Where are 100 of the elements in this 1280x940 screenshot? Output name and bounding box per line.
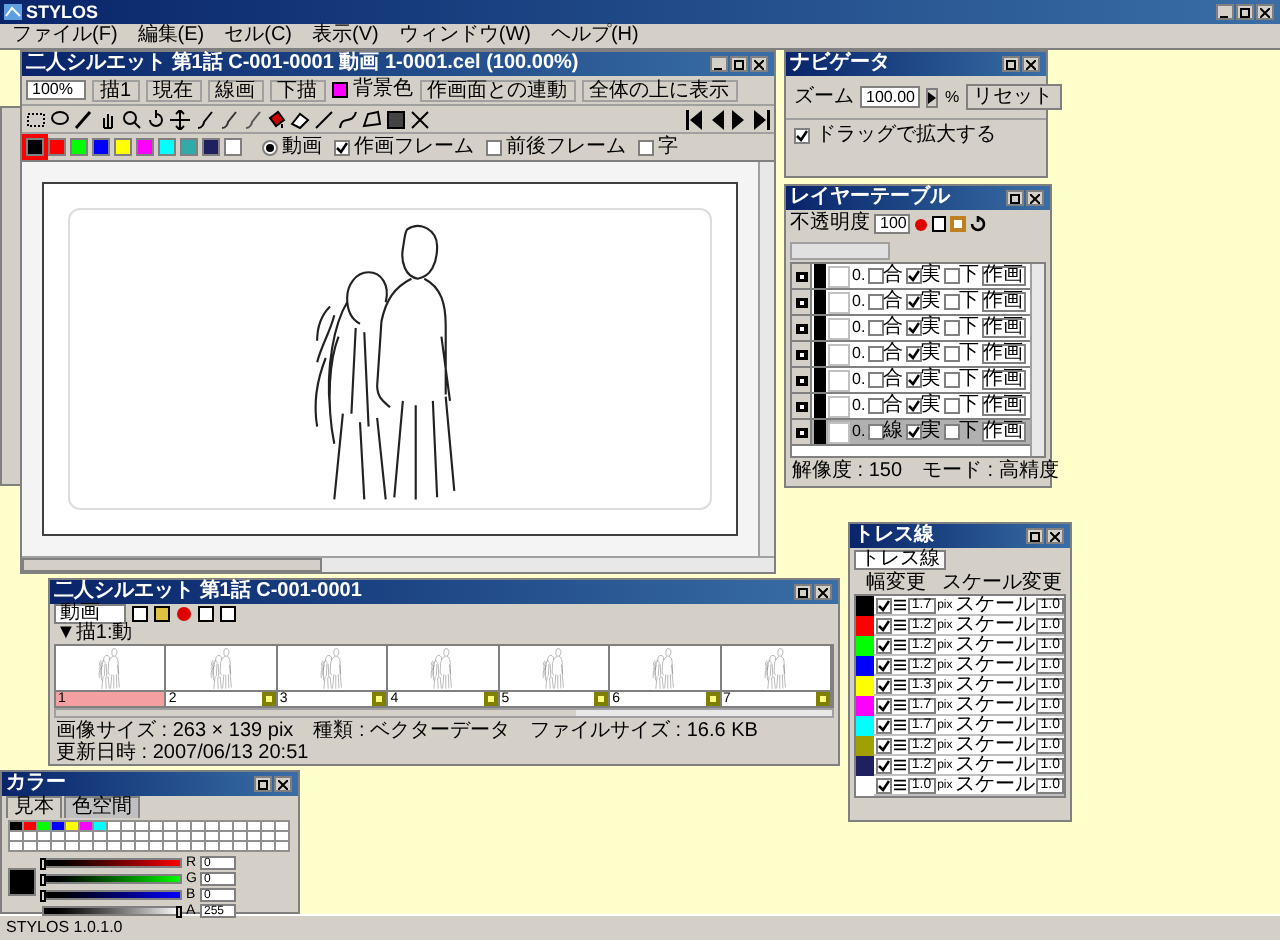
visibility-toggle[interactable]	[792, 264, 812, 288]
checkbox[interactable]	[905, 320, 922, 336]
checkbox[interactable]	[867, 424, 884, 440]
maximize-button[interactable]	[1026, 528, 1044, 544]
checkbox[interactable]	[943, 320, 960, 336]
checkbox[interactable]	[943, 346, 960, 362]
record-dot-icon[interactable]	[176, 606, 192, 622]
checkbox[interactable]	[875, 597, 892, 613]
zoom-field[interactable]: 100.00	[860, 86, 921, 108]
close-button[interactable]	[274, 776, 292, 792]
line-icon[interactable]	[314, 109, 334, 129]
checkbox[interactable]	[867, 268, 884, 284]
layer-type-dropdown[interactable]: 作画	[981, 370, 1026, 390]
visibility-toggle[interactable]	[792, 420, 812, 444]
toolbar-button[interactable]: 線画	[207, 79, 264, 101]
vertical-scrollbar[interactable]	[758, 162, 774, 556]
minimize-button[interactable]	[710, 56, 728, 72]
checkbox[interactable]	[867, 346, 884, 362]
checkbox[interactable]	[905, 346, 922, 362]
checkbox[interactable]	[875, 617, 892, 633]
checkbox[interactable]	[875, 637, 892, 653]
layer-type-dropdown[interactable]: 作画	[981, 422, 1026, 442]
visibility-toggle[interactable]	[792, 394, 812, 418]
layer-row[interactable]: 0. 合 実 下 作画	[792, 342, 1030, 368]
magnifier-icon[interactable]	[122, 109, 142, 129]
layer-row[interactable]: 0. 線 実 下 作画	[792, 420, 1030, 446]
close-button[interactable]	[1046, 528, 1064, 544]
channel-slider-track[interactable]	[42, 858, 182, 868]
slider-thumb[interactable]	[40, 874, 46, 886]
menu-item[interactable]: 編集(E)	[137, 26, 205, 46]
palette-color-cell[interactable]	[10, 822, 22, 830]
color-swatch[interactable]	[48, 138, 66, 156]
rectangle-select-icon[interactable]	[26, 109, 46, 129]
channel-slider-track[interactable]	[42, 874, 182, 884]
polygon-icon[interactable]	[362, 109, 382, 129]
color-swatch[interactable]	[331, 82, 348, 98]
maximize-button[interactable]	[1002, 56, 1020, 72]
checkbox[interactable]	[943, 372, 960, 388]
toolbar-button[interactable]: 全体の上に表示	[581, 79, 738, 101]
hand-icon[interactable]	[98, 109, 118, 129]
menu-item[interactable]: ファイル(F)	[12, 26, 118, 46]
layer-row[interactable]: 0. 合 実 下 作画	[792, 290, 1030, 316]
toolbar-button[interactable]: 下描	[269, 79, 326, 101]
slider-thumb[interactable]	[40, 890, 46, 902]
layer-type-dropdown[interactable]: 作画	[981, 266, 1026, 286]
layer-type-dropdown[interactable]: 作画	[981, 396, 1026, 416]
increment-button[interactable]	[926, 87, 939, 107]
checkbox[interactable]	[867, 372, 884, 388]
close-button[interactable]	[1256, 4, 1274, 20]
toolbar-button[interactable]: 現在	[145, 79, 202, 101]
palette-color-cell[interactable]	[80, 822, 92, 830]
palette-color-cell[interactable]	[38, 822, 50, 830]
close-button[interactable]	[814, 584, 832, 600]
next-icon[interactable]	[730, 109, 748, 129]
checkbox[interactable]	[875, 777, 892, 793]
menu-item[interactable]: ヘルプ(H)	[550, 26, 639, 46]
visibility-toggle[interactable]	[792, 342, 812, 366]
color-swatch[interactable]	[70, 138, 88, 156]
layer-type-dropdown[interactable]: 作画	[981, 292, 1026, 312]
color-swatch[interactable]	[114, 138, 132, 156]
horizontal-scrollbar[interactable]	[54, 708, 834, 718]
preset-dropdown[interactable]: トレス線	[854, 550, 946, 570]
document-icon[interactable]	[132, 606, 148, 622]
previous-icon[interactable]	[708, 109, 726, 129]
refresh-icon[interactable]	[970, 216, 986, 232]
checkbox[interactable]	[905, 424, 922, 440]
visibility-toggle[interactable]	[792, 316, 812, 340]
tab[interactable]: 色空間	[64, 796, 140, 818]
slider-thumb[interactable]	[176, 906, 182, 918]
record-dot-icon[interactable]	[914, 217, 928, 231]
toolbar-button[interactable]: 描1	[92, 79, 140, 101]
close-button[interactable]	[750, 56, 768, 72]
slider-thumb[interactable]	[40, 858, 46, 870]
visibility-toggle[interactable]	[792, 290, 812, 314]
rotate-icon[interactable]	[146, 109, 166, 129]
folder-icon[interactable]	[154, 606, 170, 622]
checkbox[interactable]	[875, 657, 892, 673]
channel-slider-track[interactable]	[42, 890, 182, 900]
curve-icon[interactable]	[338, 109, 358, 129]
checkbox[interactable]	[905, 398, 922, 414]
eraser-icon[interactable]	[290, 109, 310, 129]
checkbox[interactable]	[486, 139, 502, 155]
checkbox[interactable]	[943, 268, 960, 284]
first-frame-icon[interactable]	[686, 109, 704, 129]
palette-color-cell[interactable]	[94, 822, 106, 830]
checkbox[interactable]	[905, 268, 922, 284]
checkbox[interactable]	[905, 372, 922, 388]
checkbox[interactable]	[875, 697, 892, 713]
menu-item[interactable]: セル(C)	[224, 26, 293, 46]
checkbox[interactable]	[943, 294, 960, 310]
menu-item[interactable]: ウィンドウ(W)	[398, 26, 531, 46]
checkbox[interactable]	[875, 737, 892, 753]
channel-slider-track[interactable]	[42, 906, 182, 916]
move-arrows-icon[interactable]	[170, 109, 190, 129]
close-button[interactable]	[1026, 190, 1044, 206]
checkbox[interactable]	[867, 398, 884, 414]
maximize-button[interactable]	[794, 584, 812, 600]
close-button[interactable]	[1022, 56, 1040, 72]
checkbox[interactable]	[875, 757, 892, 773]
toolbar-button[interactable]: 作画面との連動	[419, 79, 576, 101]
